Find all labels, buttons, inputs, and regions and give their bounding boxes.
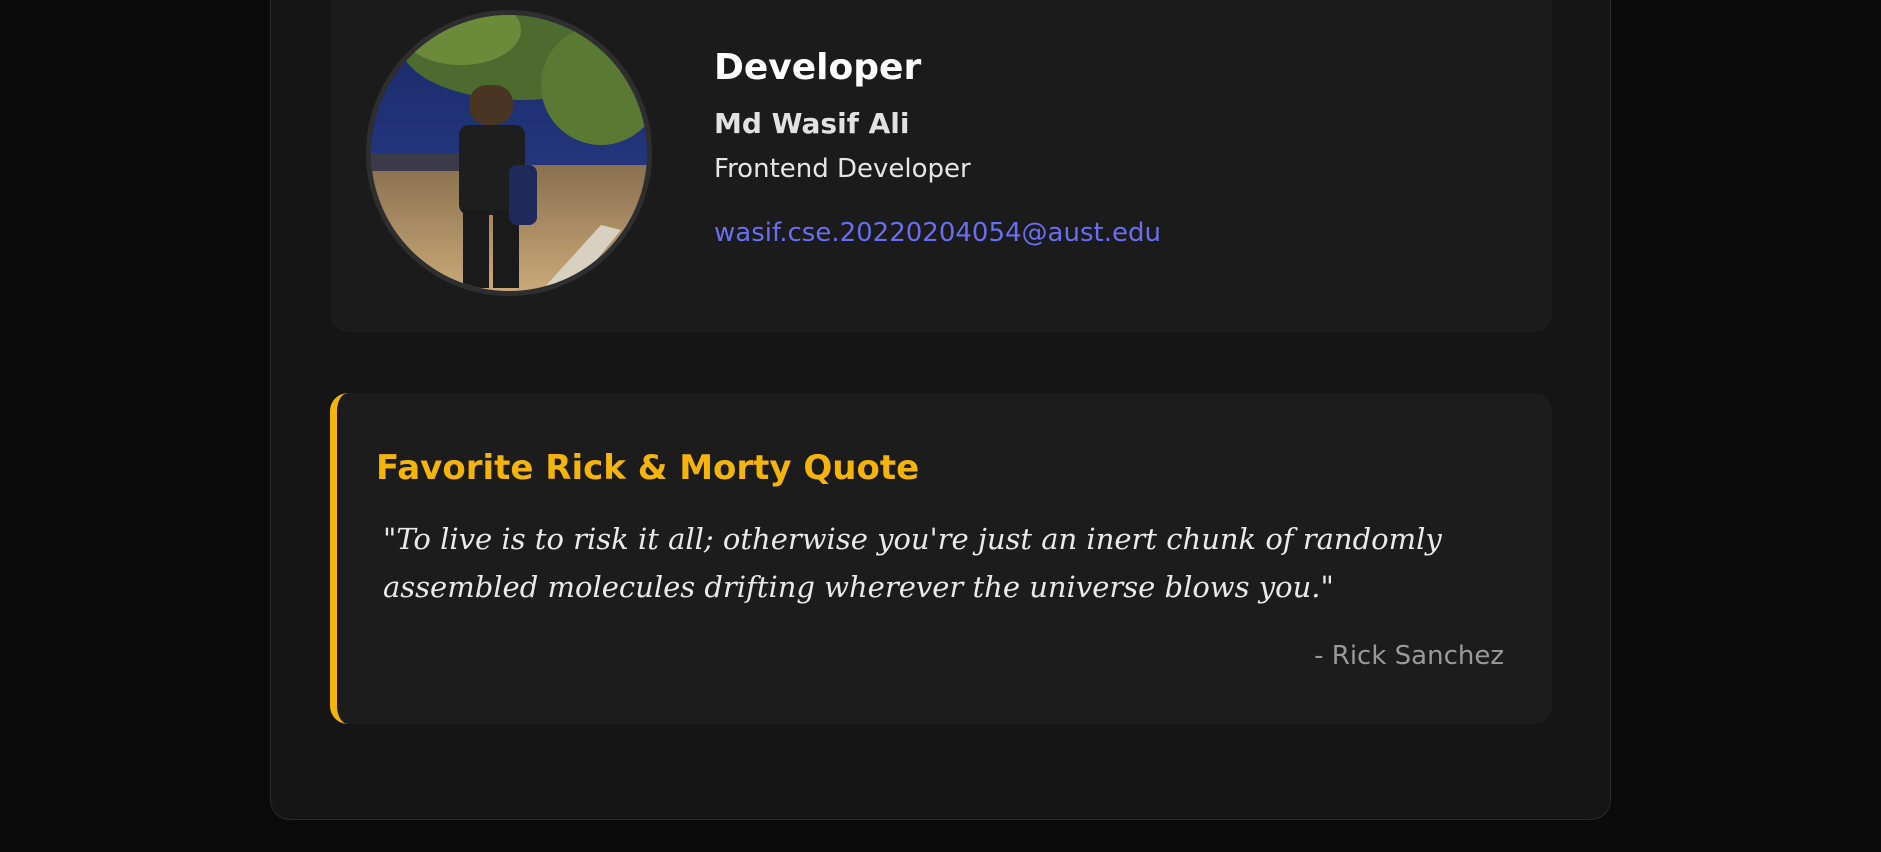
person-role: Frontend Developer <box>714 154 971 184</box>
profile-info: Developer Md Wasif Ali Frontend Develope… <box>714 44 1161 250</box>
quote-heading: Favorite Rick & Morty Quote <box>376 448 920 488</box>
quote-author: - Rick Sanchez <box>1314 641 1504 671</box>
page: Developer Md Wasif Ali Frontend Develope… <box>0 0 1881 852</box>
profile-photo <box>371 15 647 291</box>
email-link[interactable]: wasif.cse.20220204054@aust.edu <box>714 216 1161 250</box>
person-name: Md Wasif Ali <box>714 107 910 140</box>
avatar <box>366 10 652 296</box>
quote-text: "To live is to risk it all; otherwise yo… <box>383 522 1442 604</box>
page-title: Developer <box>714 47 922 88</box>
